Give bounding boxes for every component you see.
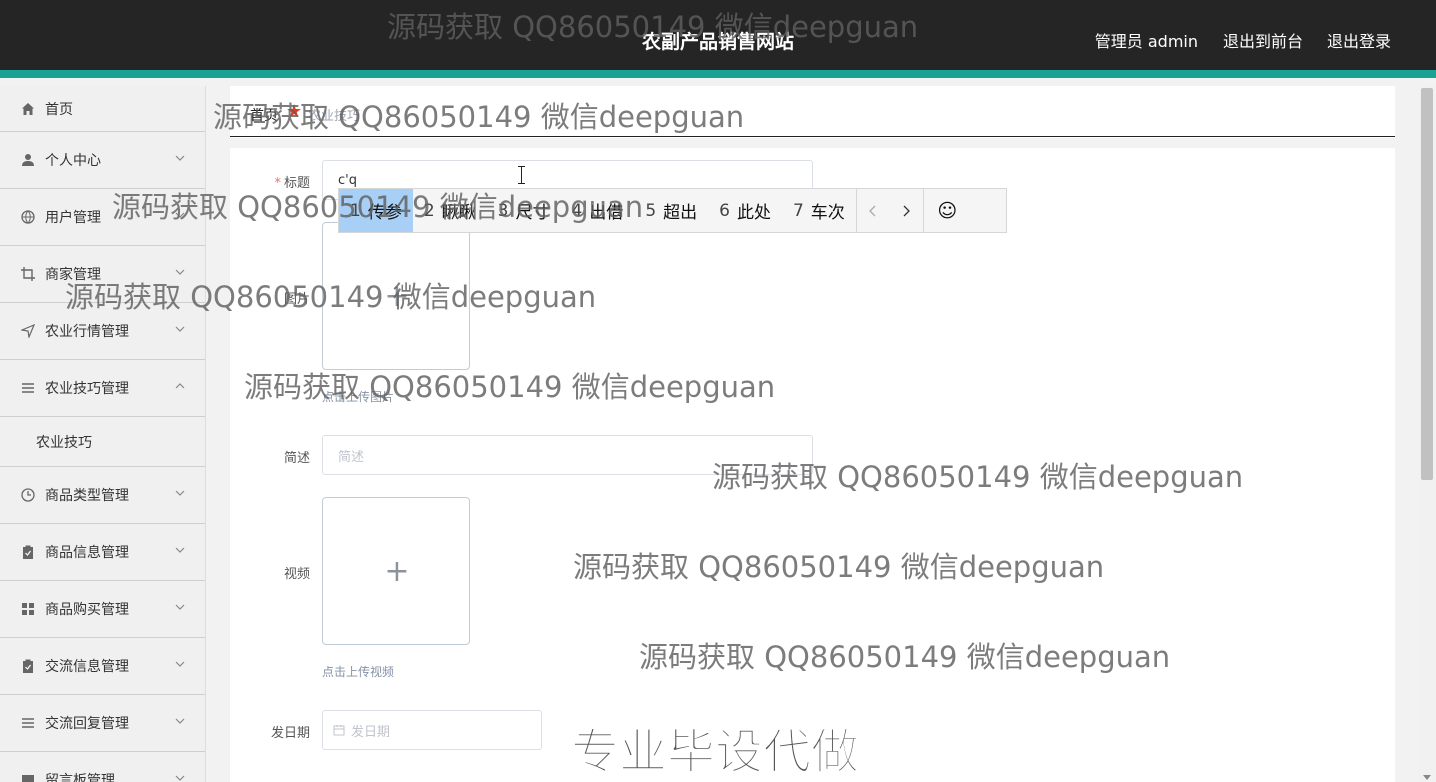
send-icon	[20, 323, 36, 339]
clipboard-icon	[20, 544, 36, 560]
plus-icon: +	[384, 279, 410, 314]
sidebar-item-personal-center[interactable]: 个人中心	[0, 132, 205, 189]
chevron-left-icon[interactable]	[857, 189, 890, 232]
image-upload-hint[interactable]: 点击上传图片	[322, 388, 394, 405]
required-mark: *	[274, 176, 281, 191]
sidebar-item-label: 农业技巧	[36, 434, 92, 451]
sidebar-item-merchant-management[interactable]: 商家管理	[0, 246, 205, 303]
chevron-up-icon	[175, 380, 185, 394]
chevron-down-icon	[175, 601, 185, 615]
sidebar-item-label: 个人中心	[45, 153, 101, 169]
chevron-down-icon	[175, 715, 185, 729]
sidebar-subitem-tips[interactable]: 农业技巧	[0, 417, 205, 467]
sidebar-item-label: 留言板管理	[45, 773, 115, 782]
date-input[interactable]: 发日期	[322, 710, 542, 750]
sidebar-item-user-management[interactable]: 用户管理	[0, 189, 205, 246]
sidebar-item-label: 交流回复管理	[45, 716, 129, 732]
chevron-down-icon	[175, 266, 185, 280]
chevron-down-icon	[175, 658, 185, 672]
breadcrumb-home[interactable]: 首页	[250, 105, 278, 125]
sidebar-item-label: 商品购买管理	[45, 602, 129, 618]
sidebar-item-tips-management[interactable]: 农业技巧管理	[0, 360, 205, 417]
breadcrumb-current: 农业技巧	[308, 109, 361, 124]
video-upload[interactable]: +	[322, 497, 470, 645]
sidebar-item-label: 农业技巧管理	[45, 381, 129, 397]
exit-to-front-link[interactable]: 退出到前台	[1223, 28, 1303, 52]
chevron-down-icon	[175, 152, 185, 166]
message-icon	[20, 772, 36, 782]
summary-input[interactable]: 简述	[322, 435, 813, 475]
user-icon	[20, 152, 36, 168]
video-upload-hint[interactable]: 点击上传视频	[322, 663, 394, 680]
admin-label: 管理员 admin	[1094, 32, 1198, 51]
sidebar-item-reply-management[interactable]: 交流回复管理	[0, 695, 205, 752]
sidebar-item-home[interactable]: 首页	[0, 86, 205, 132]
sidebar: 首页 个人中心 用户管理 商家管理 农业行情管理 农业技巧管理 农业技巧 商品类…	[0, 86, 206, 782]
chevron-down-icon	[175, 323, 185, 337]
title-label: * 标题	[274, 176, 310, 191]
section-gap	[230, 138, 1395, 148]
globe-icon	[20, 209, 36, 225]
summary-placeholder: 简述	[338, 449, 365, 465]
sidebar-item-label: 交流信息管理	[45, 659, 129, 675]
plus-icon: +	[384, 554, 410, 589]
sidebar-item-label: 商家管理	[45, 267, 101, 283]
ime-candidate[interactable]: 3 尺寸	[487, 189, 561, 232]
emoji-icon[interactable]: ☺	[924, 189, 971, 232]
chevron-down-icon	[175, 772, 185, 782]
sidebar-item-market-management[interactable]: 农业行情管理	[0, 303, 205, 360]
breadcrumb: 首页 ★ 农业技巧	[230, 86, 1395, 137]
menu-icon	[20, 380, 36, 396]
home-icon	[20, 101, 36, 117]
ime-candidate[interactable]: 6 此处	[708, 189, 782, 232]
sidebar-item-message-board-management[interactable]: 留言板管理	[0, 752, 205, 782]
sidebar-item-label: 农业行情管理	[45, 324, 129, 340]
chevron-right-icon[interactable]	[890, 189, 923, 232]
grid-icon	[20, 601, 36, 617]
video-label: 视频	[283, 567, 310, 582]
watermark-slogan: 专业毕设代做	[570, 724, 860, 781]
image-label: 图片	[283, 292, 310, 307]
crop-icon	[20, 266, 36, 282]
ime-candidate[interactable]: 1 传参	[339, 189, 413, 232]
chevron-down-icon	[175, 209, 185, 223]
ime-candidate[interactable]: 2 瞅瞅	[413, 189, 487, 232]
checklist-icon	[20, 658, 36, 674]
star-icon: ★	[286, 101, 303, 122]
clock-icon	[20, 487, 36, 503]
ime-candidate[interactable]: 4 出借	[560, 189, 634, 232]
ime-candidate[interactable]: 5 超出	[634, 189, 708, 232]
top-header: 农副产品销售网站 管理员 admin 退出到前台 退出登录	[0, 0, 1436, 78]
chevron-down-icon	[175, 544, 185, 558]
chevron-down-icon	[175, 487, 185, 501]
scroll-down-icon[interactable]	[1423, 775, 1431, 780]
sidebar-item-product-info-management[interactable]: 商品信息管理	[0, 524, 205, 581]
date-label: 发日期	[270, 726, 310, 741]
ime-candidate[interactable]: 7 车次	[782, 189, 856, 232]
logout-link[interactable]: 退出登录	[1327, 28, 1391, 52]
sidebar-item-label: 商品信息管理	[45, 545, 129, 561]
calendar-icon	[333, 724, 345, 736]
image-upload[interactable]: +	[322, 222, 470, 370]
title-input-value: c'q	[338, 172, 357, 188]
sidebar-item-label: 用户管理	[45, 210, 101, 226]
sidebar-item-label: 商品类型管理	[45, 488, 129, 504]
sidebar-item-label: 首页	[45, 101, 73, 118]
summary-label: 简述	[283, 451, 310, 466]
scrollbar-thumb[interactable]	[1421, 88, 1433, 480]
text-cursor-icon	[518, 166, 525, 184]
site-title: 农副产品销售网站	[641, 31, 794, 53]
sidebar-item-exchange-info-management[interactable]: 交流信息管理	[0, 638, 205, 695]
scrollbar[interactable]	[1418, 86, 1436, 782]
ime-candidate-bar: 1 传参 2 瞅瞅 3 尺寸 4 出借 5 超出 6 此处 7 车次 ☺	[338, 188, 1007, 233]
sidebar-item-purchase-management[interactable]: 商品购买管理	[0, 581, 205, 638]
list-icon	[20, 715, 36, 731]
sidebar-item-product-type-management[interactable]: 商品类型管理	[0, 467, 205, 524]
date-placeholder: 发日期	[351, 724, 391, 740]
